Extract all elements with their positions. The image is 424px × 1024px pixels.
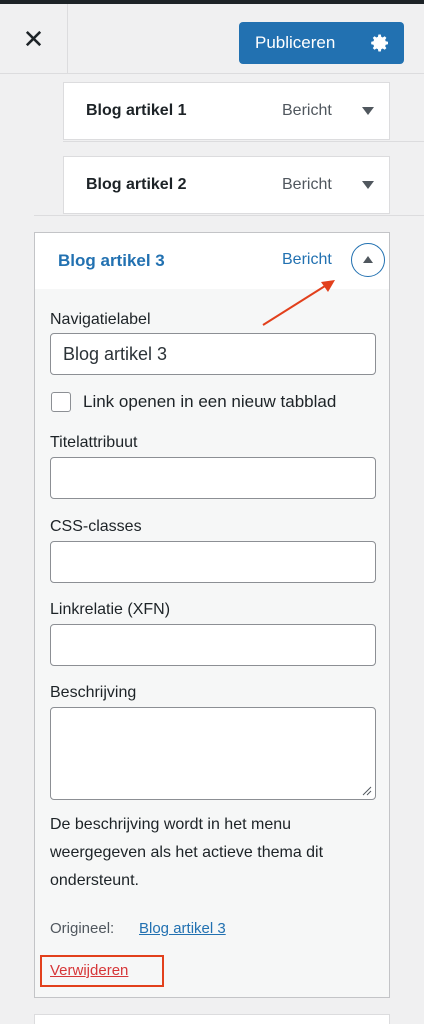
css-classes-caption: CSS-classes: [50, 518, 142, 535]
title-attribute-caption: Titelattribuut: [50, 434, 138, 451]
annotation-arrow: [262, 280, 335, 326]
menu-item-blog-2[interactable]: Blog artikel 2 Bericht: [63, 156, 390, 214]
close-button[interactable]: ✕: [0, 4, 68, 74]
link-relation-caption: Linkrelatie (XFN): [50, 601, 171, 618]
nav-label-input[interactable]: Blog artikel 3: [50, 333, 376, 375]
resize-handle-icon[interactable]: [362, 786, 372, 796]
new-tab-checkbox[interactable]: [51, 392, 71, 412]
description-textarea[interactable]: [50, 707, 376, 800]
description-caption: Beschrijving: [50, 684, 137, 701]
close-icon: ✕: [22, 23, 45, 54]
css-classes-input[interactable]: [50, 541, 376, 583]
divider: [34, 215, 424, 216]
menu-item-type: Bericht: [282, 102, 332, 119]
chevron-up-icon: [363, 256, 373, 263]
publish-button[interactable]: Publiceren: [239, 22, 404, 64]
customizer-header: ✕ Publiceren: [0, 4, 424, 74]
menu-item-blog-1[interactable]: Blog artikel 1 Bericht: [63, 82, 390, 140]
remove-link[interactable]: Verwijderen: [50, 962, 128, 979]
chevron-down-icon[interactable]: [362, 181, 374, 189]
menu-item-type: Bericht: [282, 176, 332, 193]
menu-item-title: Blog artikel 3: [58, 251, 165, 270]
menu-item-blog-3-settings: Blog artikel 3 Bericht Navigatielabel Bl…: [34, 232, 390, 998]
menu-item-title: Blog artikel 1: [86, 102, 187, 119]
gear-icon[interactable]: [370, 33, 390, 53]
remove-highlight-box: Verwijderen: [40, 955, 164, 987]
new-tab-label: Link openen in een nieuw tabblad: [83, 392, 337, 411]
menu-item-next[interactable]: [34, 1014, 390, 1024]
menu-item-type: Bericht: [282, 251, 332, 268]
chevron-down-icon[interactable]: [362, 107, 374, 115]
nav-label-caption: Navigatielabel: [50, 311, 151, 328]
publish-label: Publiceren: [255, 33, 336, 52]
link-relation-input[interactable]: [50, 624, 376, 666]
description-help-text: De beschrijving wordt in het menu weerge…: [50, 816, 324, 889]
original-link[interactable]: Blog artikel 3: [139, 920, 226, 937]
divider: [63, 141, 424, 142]
menu-item-title: Blog artikel 2: [86, 176, 187, 193]
collapse-toggle-button[interactable]: [351, 243, 385, 277]
original-caption: Origineel:: [50, 920, 115, 937]
title-attribute-input[interactable]: [50, 457, 376, 499]
